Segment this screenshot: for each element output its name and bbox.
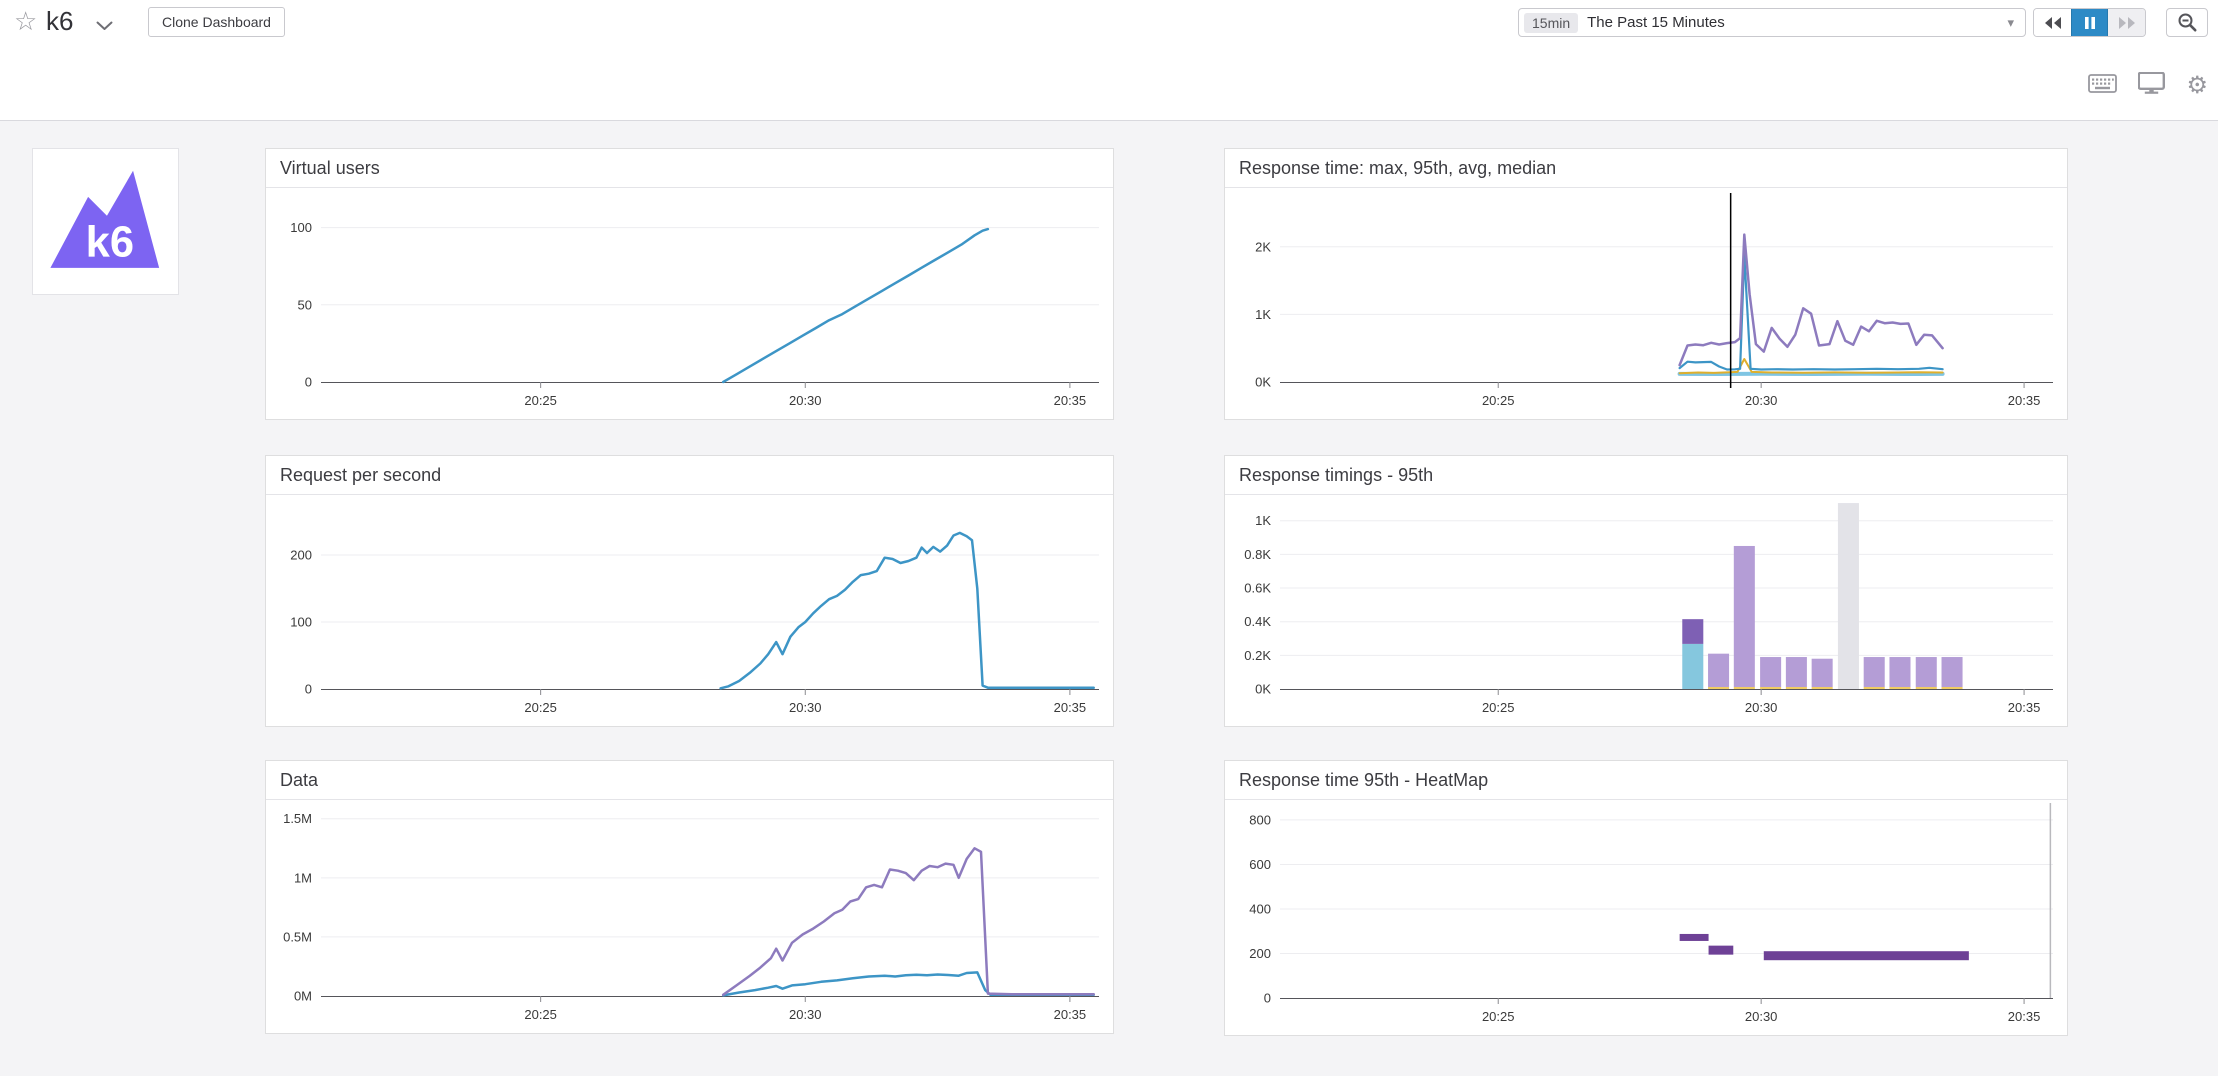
chart-plot-request-per-second[interactable]: 0 100 200 20:25 20:30 20:35 <box>266 496 1113 726</box>
svg-text:600: 600 <box>1249 857 1271 872</box>
svg-text:20:30: 20:30 <box>789 1007 822 1022</box>
svg-text:0K: 0K <box>1255 682 1271 697</box>
pause-button[interactable] <box>2071 9 2108 36</box>
svg-text:0.6K: 0.6K <box>1244 581 1271 596</box>
k6-logo: k6 <box>33 149 178 294</box>
chart-plot-response-timings[interactable]: 0K 0.2K 0.4K 0.6K 0.8K 1K 20:25 20:30 20:35 <box>1225 496 2067 726</box>
svg-text:0.2K: 0.2K <box>1244 648 1271 663</box>
svg-text:0: 0 <box>305 375 312 390</box>
svg-text:20:25: 20:25 <box>524 1007 557 1022</box>
svg-text:20:35: 20:35 <box>2008 1009 2041 1024</box>
chart-card-response-time: Response time: max, 95th, avg, median 0K… <box>1224 148 2068 420</box>
svg-text:20:30: 20:30 <box>1745 700 1778 715</box>
svg-text:200: 200 <box>290 547 312 562</box>
svg-text:0M: 0M <box>294 989 312 1004</box>
playback-controls <box>2033 8 2146 37</box>
time-range-label: The Past 15 Minutes <box>1587 14 2007 31</box>
chart-title: Response time: max, 95th, avg, median <box>1225 149 2067 188</box>
chart-title: Data <box>266 761 1113 800</box>
svg-text:400: 400 <box>1249 901 1271 916</box>
chart-title: Virtual users <box>266 149 1113 188</box>
dashboard-title[interactable]: k6 <box>46 6 73 37</box>
time-range-picker[interactable]: 15min The Past 15 Minutes ▾ <box>1518 8 2026 37</box>
fast-forward-button[interactable] <box>2108 9 2145 36</box>
svg-text:200: 200 <box>1249 946 1271 961</box>
svg-text:0: 0 <box>305 682 312 697</box>
svg-text:1K: 1K <box>1255 307 1271 322</box>
chart-title: Response time 95th - HeatMap <box>1225 761 2067 800</box>
svg-text:800: 800 <box>1249 812 1271 827</box>
svg-text:20:25: 20:25 <box>1482 393 1515 408</box>
chart-plot-heatmap[interactable]: 0 200 400 600 800 20:25 20:30 20:35 <box>1225 801 2067 1035</box>
svg-text:1K: 1K <box>1255 513 1271 528</box>
chart-plot-response-time[interactable]: 0K 1K 2K 20:25 20:30 20:35 <box>1225 189 2067 419</box>
k6-logo-card: k6 <box>32 148 179 295</box>
tv-mode-icon[interactable] <box>2138 72 2165 99</box>
svg-text:100: 100 <box>290 614 312 629</box>
svg-text:20:35: 20:35 <box>1054 1007 1087 1022</box>
chart-plot-data[interactable]: 0M 0.5M 1M 1.5M 20:25 20:30 20:35 <box>266 801 1113 1033</box>
svg-text:1M: 1M <box>294 870 312 885</box>
svg-text:0.8K: 0.8K <box>1244 547 1271 562</box>
svg-text:20:25: 20:25 <box>1482 700 1515 715</box>
svg-text:0: 0 <box>1264 991 1271 1006</box>
chart-card-response-timings: Response timings - 95th 0K 0.2K 0.4K 0.6K 0.… <box>1224 455 2068 727</box>
top-header: ☆ k6 Clone Dashboard 15min The Past 15 M… <box>0 0 2218 121</box>
chart-card-data: Data 0M 0.5M 1M 1.5M 20:25 20:30 20:35 <box>265 760 1114 1034</box>
keyboard-shortcuts-icon[interactable] <box>2088 74 2117 98</box>
rewind-button[interactable] <box>2034 9 2071 36</box>
chart-card-virtual-users: Virtual users 0 50 100 20:25 20:30 20:35 <box>265 148 1114 420</box>
time-range-badge: 15min <box>1524 13 1578 33</box>
chevron-down-icon[interactable] <box>96 18 113 36</box>
svg-text:20:25: 20:25 <box>524 700 557 715</box>
svg-text:20:30: 20:30 <box>1745 393 1778 408</box>
svg-text:20:35: 20:35 <box>2008 700 2041 715</box>
svg-text:20:25: 20:25 <box>1482 1009 1515 1024</box>
gear-icon[interactable]: ⚙ <box>2186 74 2208 98</box>
svg-text:0.4K: 0.4K <box>1244 614 1271 629</box>
svg-text:20:30: 20:30 <box>789 393 822 408</box>
dropdown-caret-icon: ▾ <box>2007 15 2014 31</box>
svg-text:20:35: 20:35 <box>1054 393 1087 408</box>
chart-card-request-per-second: Request per second 0 100 200 20:25 20:30 20:3… <box>265 455 1114 727</box>
chart-title: Request per second <box>266 456 1113 495</box>
chart-plot-virtual-users[interactable]: 0 50 100 20:25 20:30 20:35 <box>266 189 1113 419</box>
chart-card-heatmap: Response time 95th - HeatMap 0 200 400 600 8… <box>1224 760 2068 1036</box>
svg-text:2K: 2K <box>1255 239 1271 254</box>
svg-text:0.5M: 0.5M <box>283 929 312 944</box>
favorite-star-icon[interactable]: ☆ <box>14 6 37 37</box>
svg-text:1.5M: 1.5M <box>283 811 312 826</box>
clone-dashboard-button[interactable]: Clone Dashboard <box>148 7 285 37</box>
dashboard-canvas: k6 Virtual users 0 50 100 20:25 20:30 20:35 R… <box>0 122 2218 1076</box>
svg-text:20:30: 20:30 <box>789 700 822 715</box>
k6-logo-text: k6 <box>86 218 134 266</box>
svg-text:20:30: 20:30 <box>1745 1009 1778 1024</box>
svg-text:0K: 0K <box>1255 375 1271 390</box>
dashboard-toolbar: ⚙ <box>2088 72 2208 99</box>
svg-text:100: 100 <box>290 220 312 235</box>
chart-title: Response timings - 95th <box>1225 456 2067 495</box>
svg-text:20:25: 20:25 <box>524 393 557 408</box>
svg-text:50: 50 <box>298 297 312 312</box>
zoom-out-button[interactable] <box>2166 8 2208 37</box>
svg-text:20:35: 20:35 <box>1054 700 1087 715</box>
svg-text:20:35: 20:35 <box>2008 393 2041 408</box>
